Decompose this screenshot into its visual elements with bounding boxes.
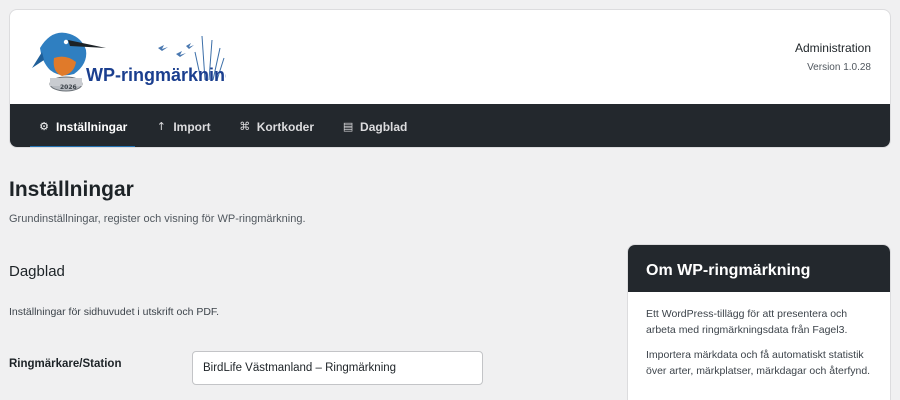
tab-import[interactable]: ↑ Import (147, 104, 218, 147)
tab-label: Dagblad (360, 119, 408, 134)
admin-info: Administration Version 1.0.28 (795, 41, 871, 73)
tab-kortkoder[interactable]: ⌘ Kortkoder (231, 104, 322, 147)
tab-label: Inställningar (56, 119, 128, 134)
upload-arrow-icon: ↑ (156, 120, 166, 133)
admin-title: Administration (794, 41, 871, 55)
logo-wordmark: WP-ringmärkning (86, 65, 226, 85)
section-title: Dagblad (9, 263, 65, 280)
logo-badge-text: 2026 (60, 84, 77, 91)
page-title: Inställningar (9, 178, 134, 201)
about-card: Om WP-ringmärkning Ett WordPress-tillägg… (627, 244, 891, 400)
page-description: Grundinställningar, register och visning… (9, 213, 306, 225)
about-paragraph: Ett WordPress-tillägg för att presentera… (646, 308, 848, 336)
tab-dagblad[interactable]: ▤ Dagblad (334, 104, 415, 147)
section-description: Inställningar för sidhuvudet i utskrift … (9, 306, 220, 318)
tab-installningar[interactable]: ⚙ Inställningar (30, 104, 136, 147)
header-card: 2026 WP-ringmärkning Administration Vers… (9, 9, 891, 148)
about-body: Ett WordPress-tillägg för att presentera… (628, 292, 890, 379)
tab-label: Kortkoder (256, 119, 315, 134)
version-label: Version 1.0.28 (807, 62, 871, 73)
tab-label: Import (173, 119, 211, 134)
wp-ringmarkning-logo: 2026 WP-ringmärkning (32, 32, 226, 92)
about-title: Om WP-ringmärkning (628, 245, 890, 292)
gear-icon: ⚙ (39, 120, 49, 133)
list-icon: ▤ (342, 120, 354, 133)
station-field-label: Ringmärkare/Station (9, 358, 122, 370)
station-input[interactable] (192, 351, 483, 385)
command-icon: ⌘ (239, 120, 251, 133)
about-paragraph: Importera märkdata och få automatiskt st… (646, 349, 871, 377)
main-nav: ⚙ Inställningar ↑ Import ⌘ Kortkoder ▤ D… (10, 104, 890, 147)
